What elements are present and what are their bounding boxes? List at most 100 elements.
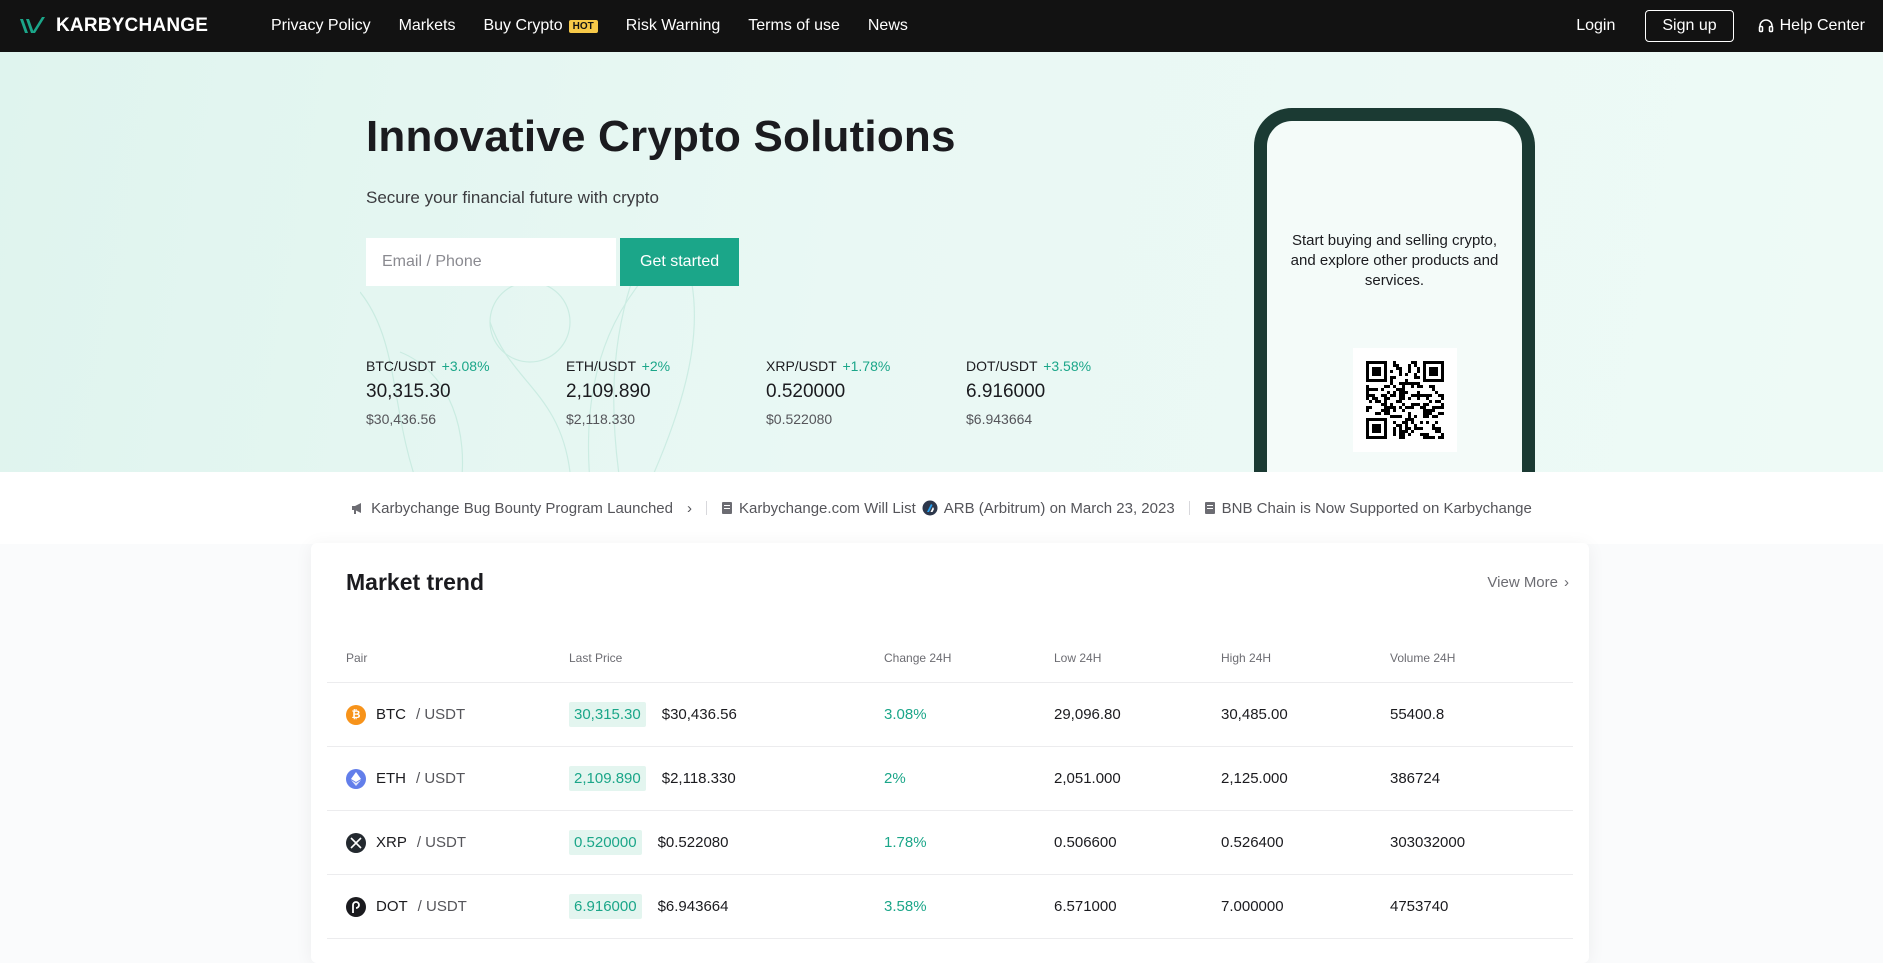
table-header: Pair Last Price Change 24H Low 24H High … xyxy=(327,633,1573,683)
announcement-item[interactable]: BNB Chain is Now Supported on Karbychang… xyxy=(1204,500,1532,517)
column-header-high: High 24H xyxy=(1221,650,1272,665)
qr-code-icon xyxy=(1366,361,1444,439)
column-header-last-price: Last Price xyxy=(569,650,623,665)
ticker-change: +1.78% xyxy=(842,358,891,374)
last-price-usd: $2,118.330 xyxy=(661,770,736,787)
high-24h: 30,485.00 xyxy=(1221,706,1288,723)
document-icon xyxy=(1204,502,1215,514)
high-24h: 0.526400 xyxy=(1221,834,1284,851)
last-price-cell: 6.916000 $6.943664 xyxy=(569,894,884,919)
help-center-link[interactable]: Help Center xyxy=(1758,17,1865,35)
ticker-price: 6.916000 xyxy=(966,381,1046,402)
market-trend-panel: Market trend View More › Pair Last Price… xyxy=(311,543,1589,963)
announcement-bar: Karbychange Bug Bounty Program Launched … xyxy=(0,472,1883,544)
pair-cell: ₿ BTC / USDT xyxy=(327,704,569,725)
last-price-usd: $30,436.56 xyxy=(661,706,737,723)
ticker-dot[interactable]: DOT/USDT +3.58% 6.916000 $6.943664 xyxy=(966,358,1166,427)
low-24h: 29,096.80 xyxy=(1054,706,1121,723)
column-header-low: Low 24H xyxy=(1054,650,1102,665)
ticker-pair: DOT/USDT xyxy=(966,358,1038,374)
last-price: 6.916000 xyxy=(569,894,642,919)
get-started-button[interactable]: Get started xyxy=(620,238,740,286)
hero-title: Innovative Crypto Solutions xyxy=(366,112,956,161)
ticker-price: 2,109.890 xyxy=(566,381,651,402)
ticker-eth[interactable]: ETH/USDT +2% 2,109.890 $2,118.330 xyxy=(566,358,766,427)
announcement-text: Karbychange Bug Bounty Program Launched xyxy=(371,499,673,517)
nav-link-privacy-policy[interactable]: Privacy Policy xyxy=(271,17,371,35)
ticker-pair: XRP/USDT xyxy=(766,358,837,374)
market-table: Pair Last Price Change 24H Low 24H High … xyxy=(327,633,1573,939)
top-nav: KARBYCHANGE Privacy Policy Markets Buy C… xyxy=(0,0,1883,52)
headset-icon xyxy=(1758,19,1773,33)
nav-links: Privacy Policy Markets Buy Crypto HOT Ri… xyxy=(271,17,908,35)
ticker-pair: BTC/USDT xyxy=(366,358,436,374)
megaphone-icon xyxy=(352,503,362,514)
market-trend-title: Market trend xyxy=(346,569,485,595)
xrp-icon xyxy=(346,832,366,853)
announcement-text: BNB Chain is Now Supported on Karbychang… xyxy=(1221,499,1532,517)
hot-badge: HOT xyxy=(568,19,598,33)
volume-24h: 303032000 xyxy=(1390,834,1466,851)
change-24h: 1.78% xyxy=(884,834,927,851)
brand-mark-icon xyxy=(20,17,45,33)
nav-link-buy-crypto-label: Buy Crypto xyxy=(483,17,563,34)
table-row[interactable]: DOT / USDT 6.916000 $6.943664 3.58% 6.57… xyxy=(327,875,1573,939)
view-more-label: View More xyxy=(1487,574,1558,591)
hero-content: Innovative Crypto Solutions Secure your … xyxy=(366,112,1166,427)
signup-button[interactable]: Sign up xyxy=(1645,10,1734,42)
announcement-item[interactable]: Karbychange.com Will List ARB (Arbitrum)… xyxy=(721,500,1175,517)
last-price: 2,109.890 xyxy=(569,766,646,791)
ticker-btc[interactable]: BTC/USDT +3.08% 30,315.30 $30,436.56 xyxy=(366,358,566,427)
last-price: 30,315.30 xyxy=(569,702,646,727)
pair-quote: / USDT xyxy=(416,834,467,851)
nav-link-news[interactable]: News xyxy=(868,17,908,35)
nav-link-buy-crypto[interactable]: Buy Crypto HOT xyxy=(483,17,598,35)
pair-quote: / USDT xyxy=(416,770,466,787)
login-link[interactable]: Login xyxy=(1576,17,1615,35)
hero-signup-form: Get started xyxy=(366,238,1166,286)
hero-section: Innovative Crypto Solutions Secure your … xyxy=(0,52,1883,472)
view-more-link[interactable]: View More › xyxy=(1487,574,1569,591)
pair-base: BTC xyxy=(376,706,406,723)
column-header-change: Change 24H xyxy=(884,650,952,665)
nav-link-risk-warning[interactable]: Risk Warning xyxy=(626,17,721,35)
ticker-pair: ETH/USDT xyxy=(566,358,636,374)
last-price: 0.520000 xyxy=(569,830,642,855)
nav-link-markets[interactable]: Markets xyxy=(399,17,456,35)
market-trend-header: Market trend View More › xyxy=(311,543,1589,596)
ticker-xrp[interactable]: XRP/USDT +1.78% 0.520000 $0.522080 xyxy=(766,358,966,427)
table-row[interactable]: ETH / USDT 2,109.890 $2,118.330 2% 2,051… xyxy=(327,747,1573,811)
column-header-volume: Volume 24H xyxy=(1390,650,1456,665)
announcement-item[interactable]: Karbychange Bug Bounty Program Launched … xyxy=(351,500,692,517)
announcement-text: ARB (Arbitrum) on March 23, 2023 xyxy=(943,499,1175,517)
ticker-change: +3.08% xyxy=(441,358,490,374)
low-24h: 6.571000 xyxy=(1054,898,1117,915)
chevron-right-icon: › xyxy=(687,499,692,517)
table-row[interactable]: ₿ BTC / USDT 30,315.30 $30,436.56 3.08% … xyxy=(327,683,1573,747)
table-row[interactable]: XRP / USDT 0.520000 $0.522080 1.78% 0.50… xyxy=(327,811,1573,875)
document-icon xyxy=(722,502,732,514)
phone-promo-text: Start buying and selling crypto, and exp… xyxy=(1290,232,1499,289)
volume-24h: 55400.8 xyxy=(1390,706,1445,723)
help-center-label: Help Center xyxy=(1779,17,1865,34)
nav-right: Login Sign up Help Center xyxy=(1576,10,1865,42)
ticker-pair-line: BTC/USDT +3.08% xyxy=(366,358,566,374)
last-price-usd: $6.943664 xyxy=(657,898,729,915)
change-24h: 3.08% xyxy=(884,706,927,723)
pair-base: ETH xyxy=(376,770,406,787)
pair-cell: ETH / USDT xyxy=(327,768,569,789)
email-phone-input[interactable] xyxy=(366,238,616,286)
low-24h: 0.506600 xyxy=(1054,834,1117,851)
arbitrum-icon xyxy=(922,500,938,516)
last-price-cell: 0.520000 $0.522080 xyxy=(569,830,884,855)
phone-mockup: Start buying and selling crypto, and exp… xyxy=(1254,108,1535,472)
pair-cell: XRP / USDT xyxy=(327,832,569,853)
ticker-usd: $30,436.56 xyxy=(366,411,437,427)
volume-24h: 386724 xyxy=(1390,770,1441,787)
nav-link-terms-of-use[interactable]: Terms of use xyxy=(748,17,840,35)
column-header-pair: Pair xyxy=(346,650,368,665)
pair-base: DOT xyxy=(376,898,408,915)
brand-logo[interactable]: KARBYCHANGE xyxy=(18,15,271,37)
ethereum-icon xyxy=(346,768,366,789)
hero-subtitle: Secure your financial future with crypto xyxy=(366,188,659,207)
